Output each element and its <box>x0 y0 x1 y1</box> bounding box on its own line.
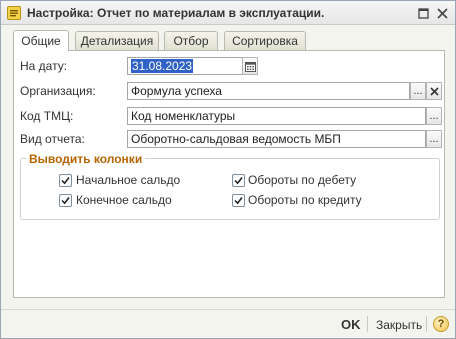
footer-separator <box>367 316 368 332</box>
help-icon: ? <box>437 318 445 330</box>
date-label: На дату: <box>20 59 68 73</box>
checkmark-icon <box>234 177 243 185</box>
calendar-icon <box>244 61 256 72</box>
general-panel: На дату: 31.08.2023 Организация: Формула… <box>13 50 445 298</box>
checkbox-debit-turnover[interactable] <box>232 174 245 187</box>
tmc-code-field[interactable]: Код номенклатуры <box>127 107 426 125</box>
checkbox-debit-turnover-label[interactable]: Обороты по дебету <box>248 173 356 187</box>
calendar-button[interactable] <box>242 57 258 75</box>
organization-field[interactable]: Формула успеха <box>127 82 410 100</box>
report-type-field[interactable]: Оборотно-сальдовая ведомость МБП <box>127 130 426 148</box>
checkbox-opening-balance-label[interactable]: Начальное сальдо <box>76 173 180 187</box>
tab-filter[interactable]: Отбор <box>164 31 218 50</box>
report-type-select-button[interactable]: ... <box>426 130 442 148</box>
columns-group <box>20 158 440 220</box>
title-bar: Настройка: Отчет по материалам в эксплуа… <box>1 1 455 25</box>
ok-button[interactable]: OK <box>341 317 361 332</box>
report-type-label: Вид отчета: <box>20 132 85 146</box>
close-button[interactable]: Закрыть <box>376 318 422 332</box>
checkmark-icon <box>234 197 243 205</box>
tab-sorting[interactable]: Сортировка <box>224 31 306 50</box>
checkbox-closing-balance-label[interactable]: Конечное сальдо <box>76 193 172 207</box>
checkbox-closing-balance[interactable] <box>59 194 72 207</box>
settings-window: Настройка: Отчет по материалам в эксплуа… <box>0 0 456 339</box>
organization-clear-button[interactable] <box>426 82 442 100</box>
tab-general[interactable]: Общие <box>13 30 69 51</box>
date-field[interactable]: 31.08.2023 <box>127 57 243 75</box>
footer-separator <box>426 316 427 332</box>
close-icon <box>436 7 448 19</box>
organization-select-button[interactable]: ... <box>410 82 426 100</box>
tab-detailing[interactable]: Детализация <box>75 31 159 50</box>
columns-group-title: Выводить колонки <box>26 152 146 166</box>
tab-strip: Общие Детализация Отбор Сортировка <box>13 30 443 51</box>
window-title: Настройка: Отчет по материалам в эксплуа… <box>27 6 325 20</box>
dialog-footer: OK Закрыть ? <box>1 309 455 338</box>
checkmark-icon <box>61 197 70 205</box>
help-button[interactable]: ? <box>433 316 449 332</box>
organization-label: Организация: <box>20 84 96 98</box>
tmc-code-select-button[interactable]: ... <box>426 107 442 125</box>
maximize-button[interactable] <box>415 5 431 21</box>
maximize-icon <box>417 7 429 19</box>
checkbox-credit-turnover[interactable] <box>232 194 245 207</box>
checkbox-opening-balance[interactable] <box>59 174 72 187</box>
app-icon <box>7 6 21 20</box>
checkbox-credit-turnover-label[interactable]: Обороты по кредиту <box>248 193 362 207</box>
date-value: 31.08.2023 <box>131 59 194 73</box>
clear-icon <box>429 86 439 96</box>
checkmark-icon <box>61 177 70 185</box>
close-window-button[interactable] <box>434 5 450 21</box>
tmc-code-label: Код ТМЦ: <box>20 109 74 123</box>
